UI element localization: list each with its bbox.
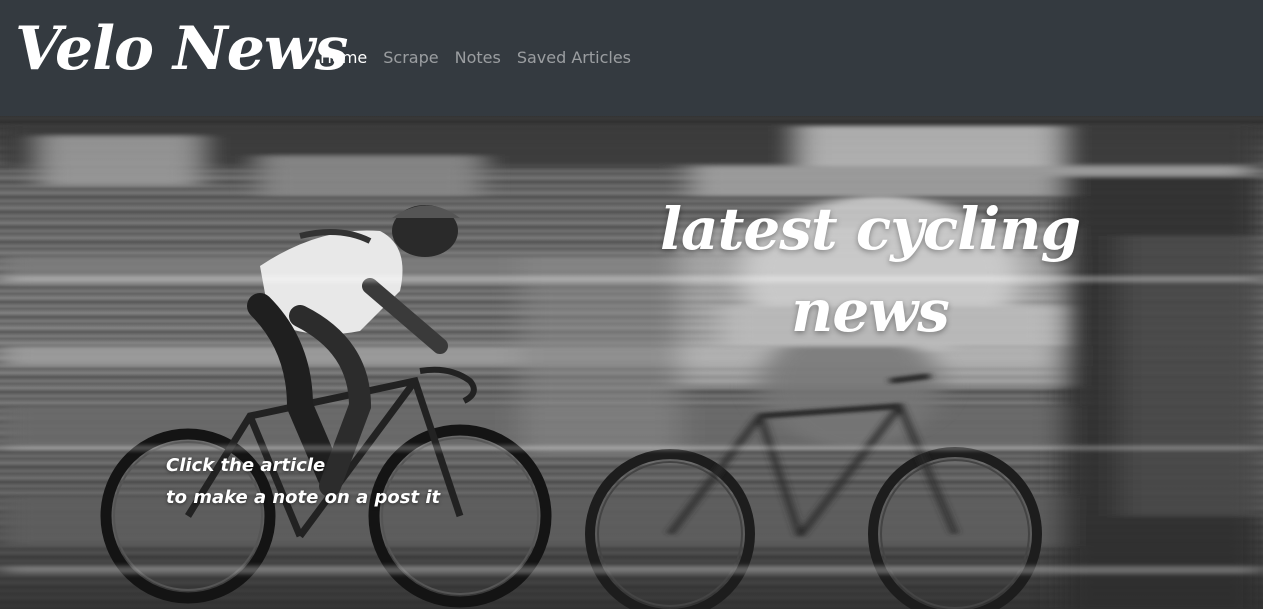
hero-hint-line-2: to make a note on a post it [166, 487, 441, 508]
brand-logo[interactable]: Velo News [15, 14, 348, 84]
nav-link-scrape[interactable]: Scrape [375, 47, 446, 69]
hero-title-line-2: news [791, 277, 950, 345]
hero-title: latest cycling news [650, 188, 1090, 352]
navbar: Velo News Home Scrape Notes Saved Articl… [0, 0, 1263, 116]
nav-link-saved-articles[interactable]: Saved Articles [509, 47, 639, 69]
nav-link-notes[interactable]: Notes [447, 47, 509, 69]
hero-instructions: Click the article to make a note on a po… [166, 450, 440, 514]
hero-hint-line-1: Click the article [166, 455, 326, 476]
hero-banner: latest cycling news Click the article to… [0, 116, 1263, 609]
main-nav: Home Scrape Notes Saved Articles [320, 47, 639, 69]
nav-link-home[interactable]: Home [320, 47, 375, 69]
hero-title-line-1: latest cycling [659, 195, 1081, 263]
